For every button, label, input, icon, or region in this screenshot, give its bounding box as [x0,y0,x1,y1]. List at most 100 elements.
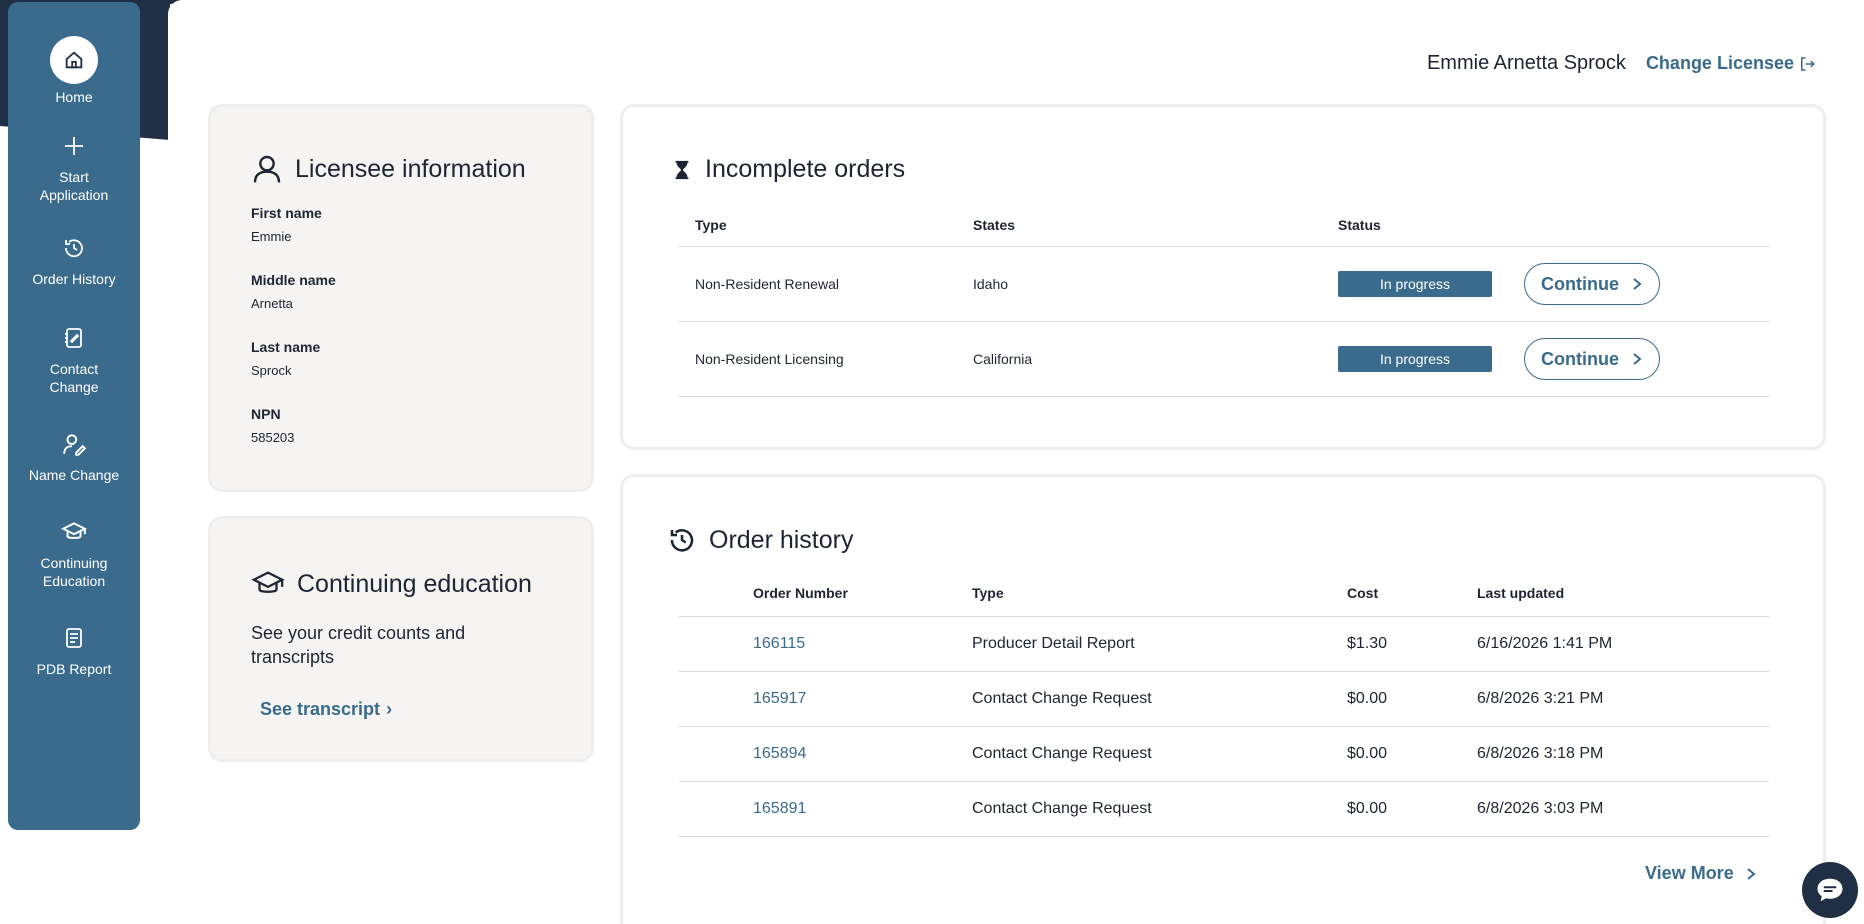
field-label: NPN [251,406,281,422]
column-header: Type [695,217,727,233]
history-icon [670,529,694,552]
licensee-name: Emmie Arnetta Sprock [1426,52,1626,74]
order-state: Idaho [973,276,1009,292]
licensee-info-card: Licensee information First name Emmie Mi… [208,104,594,492]
user-icon [253,155,281,183]
status-badge: In progress [1338,346,1492,372]
card-heading: Incomplete orders [705,155,906,183]
home-icon [50,36,98,84]
continuing-education-title: Continuing education [251,567,591,601]
report-icon [60,624,88,652]
field-label: Last name [251,339,321,355]
sidebar-item-home[interactable]: Home [8,36,140,106]
sidebar-item-name-change[interactable]: Name Change [8,430,140,484]
field-value: Arnetta [251,296,293,311]
continue-button[interactable]: Continue [1524,338,1660,380]
order-type: Non-Resident Renewal [695,276,839,292]
chevron-right-icon [1747,867,1756,880]
card-heading: Order history [709,525,854,554]
chat-button[interactable] [1802,862,1858,918]
status-badge: In progress [1338,271,1492,297]
sidebar-item-label: Name Change [28,467,120,483]
order-updated: 6/8/2026 3:21 PM [1477,690,1604,707]
order-cost: $0.00 [1347,690,1388,707]
chevron-right-icon [1633,278,1642,290]
continuing-education-card: Continuing education See your credit cou… [208,516,594,762]
education-description: See your credit counts and transcripts [251,623,466,667]
logout-icon [1801,56,1815,71]
column-header: Last updated [1477,585,1565,601]
sidebar: Home Start Application Order History Con… [8,2,140,830]
table-header-row: Order Number Type Cost Last updated [679,585,1769,617]
card-heading: Continuing education [297,569,532,598]
sidebar-item-label: Home [55,89,93,105]
sidebar-item-start-application[interactable]: Start Application [8,132,140,204]
column-header: Type [972,585,1004,601]
sidebar-item-order-history[interactable]: Order History [8,234,140,288]
incomplete-orders-title: Incomplete orders [671,155,905,184]
table-row: 165891 Contact Change Request $0.00 6/8/… [679,782,1769,837]
field-value: Emmie [251,229,292,244]
order-type: Non-Resident Licensing [695,351,844,367]
graduation-cap-icon [60,518,88,546]
field-value: 585203 [251,430,295,445]
plus-icon [60,132,88,160]
column-header: Cost [1347,585,1379,601]
view-more-link[interactable]: View More [1645,863,1756,884]
main-content: Emmie Arnetta Sprock Change Licensee Lic… [168,0,1864,924]
field-value: Sprock [251,363,292,378]
field-label: Middle name [251,272,336,288]
order-number-link[interactable]: 165917 [753,690,972,708]
sidebar-item-label: Start Application [39,169,109,203]
sidebar-item-contact-change[interactable]: Contact Change [8,324,140,396]
order-type: Contact Change Request [972,745,1152,762]
graduation-cap-icon [251,571,285,593]
history-icon [60,234,88,262]
column-header: Order Number [753,585,848,601]
sidebar-item-continuing-education[interactable]: Continuing Education [8,518,140,590]
table-row: Non-Resident Licensing California In pro… [679,322,1769,397]
order-number-link[interactable]: 165891 [753,800,972,818]
order-type: Contact Change Request [972,690,1152,707]
sidebar-item-pdb-report[interactable]: PDB Report [8,624,140,678]
licensee-header: Emmie Arnetta Sprock Change Licensee [1427,52,1816,75]
chat-icon [1817,878,1843,902]
order-history-title: Order history [667,525,853,555]
order-number-link[interactable]: 165894 [753,745,972,763]
column-header: States [973,217,1016,233]
continue-button[interactable]: Continue [1524,263,1660,305]
chevron-right-icon [1633,353,1642,365]
hourglass-icon [675,160,689,179]
sidebar-item-label: Contact Change [49,361,99,395]
see-transcript-label: See transcript [260,699,381,719]
table-header-row: Type States Status [679,217,1769,247]
column-header: Status [1338,217,1381,233]
order-cost: $1.30 [1347,635,1388,652]
first-name-field: First name Emmie [251,205,591,244]
card-heading: Licensee information [295,154,526,183]
contact-edit-icon [60,324,88,352]
change-licensee-link[interactable]: Change Licensee [1646,53,1816,74]
continue-label: Continue [1541,348,1619,369]
table-row: 165917 Contact Change Request $0.00 6/8/… [679,672,1769,727]
middle-name-field: Middle name Arnetta [251,272,591,311]
sidebar-item-label: Order History [32,271,116,287]
order-cost: $0.00 [1347,800,1388,817]
order-history-card: Order history Order Number Type Cost Las… [620,474,1826,924]
continue-label: Continue [1541,273,1619,294]
order-updated: 6/8/2026 3:03 PM [1477,800,1604,817]
view-more-label: View More [1645,863,1734,883]
sidebar-item-label: PDB Report [36,661,112,677]
table-row: 165894 Contact Change Request $0.00 6/8/… [679,727,1769,782]
chevron-right-icon: › [386,699,393,719]
order-history-table: Order Number Type Cost Last updated 1661… [679,585,1769,837]
order-type: Producer Detail Report [972,635,1135,652]
order-cost: $0.00 [1347,745,1388,762]
field-label: First name [251,205,322,221]
incomplete-orders-card: Incomplete orders Type States Status Non… [620,104,1826,450]
order-state: California [973,351,1033,367]
see-transcript-link[interactable]: See transcript › [260,699,591,720]
table-row: Non-Resident Renewal Idaho In progress C… [679,247,1769,322]
order-updated: 6/16/2026 1:41 PM [1477,635,1613,652]
order-number-link[interactable]: 166115 [753,635,972,653]
